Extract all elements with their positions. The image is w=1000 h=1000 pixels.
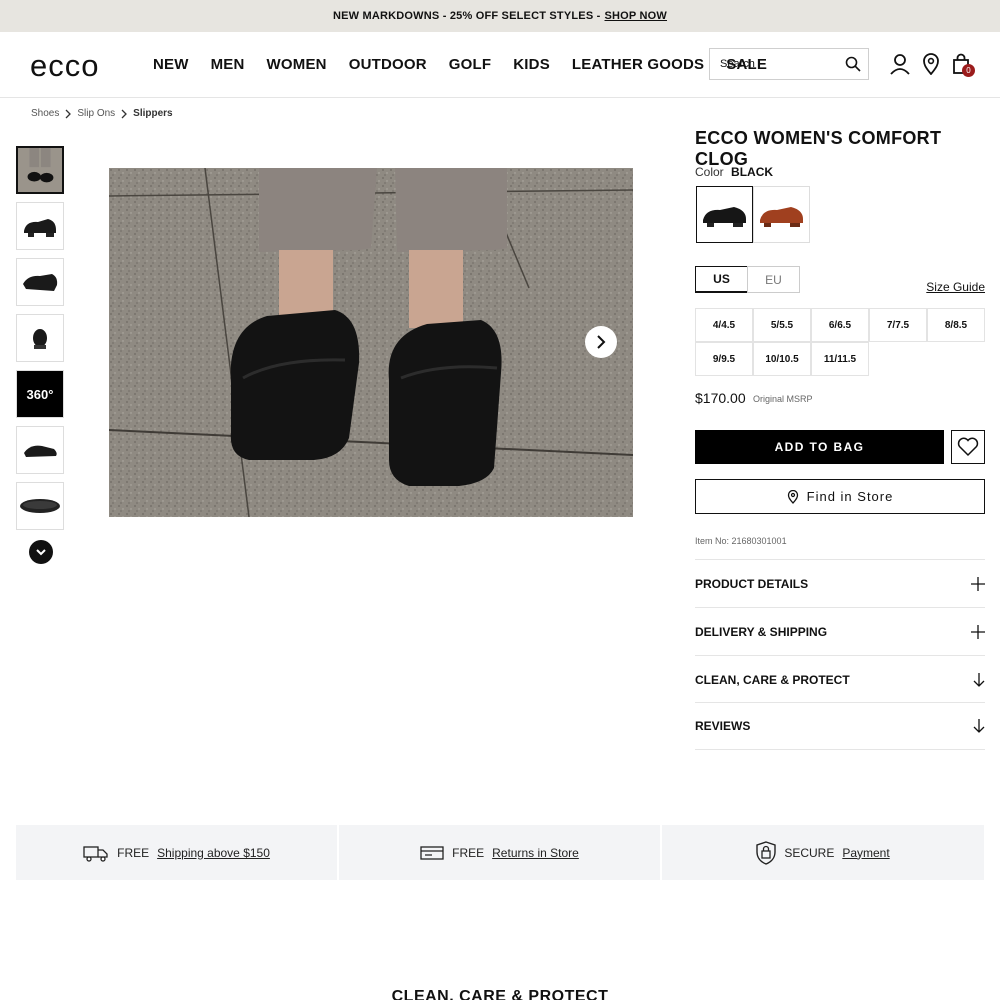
item-number: Item No: 21680301001 bbox=[695, 536, 787, 546]
store-locator-icon[interactable] bbox=[920, 53, 942, 75]
usp-prefix: SECURE bbox=[784, 845, 835, 860]
nav-men[interactable]: MEN bbox=[211, 56, 245, 73]
main-nav: NEW MEN WOMEN OUTDOOR GOLF KIDS LEATHER … bbox=[153, 32, 789, 96]
accordion-clean-care-protect[interactable]: CLEAN, CARE & PROTECT bbox=[695, 655, 985, 703]
lock-shield-icon bbox=[756, 840, 777, 865]
nav-leather-goods[interactable]: LEATHER GOODS bbox=[572, 56, 704, 73]
promo-banner: NEW MARKDOWNS - 25% OFF SELECT STYLES - … bbox=[0, 0, 1000, 32]
accordion-delivery-shipping[interactable]: DELIVERY & SHIPPING bbox=[695, 607, 985, 655]
size-option[interactable]: 8/8.5 bbox=[927, 308, 985, 342]
thumbnail-360-view[interactable]: 360° bbox=[16, 370, 64, 418]
breadcrumb: Shoes Slip Ons Slippers bbox=[31, 108, 173, 119]
find-in-store-button[interactable]: Find in Store bbox=[695, 479, 985, 514]
returns-box-icon bbox=[420, 845, 444, 860]
usp-free-shipping: FREE Shipping above $150 bbox=[16, 825, 337, 880]
nav-golf[interactable]: GOLF bbox=[449, 56, 491, 73]
color-swatch-cognac[interactable] bbox=[753, 186, 810, 243]
size-option[interactable]: 7/7.5 bbox=[869, 308, 927, 342]
plus-icon bbox=[971, 576, 985, 591]
size-guide-link[interactable]: Size Guide bbox=[926, 280, 985, 294]
image-next-button[interactable] bbox=[585, 326, 617, 358]
color-swatch-black[interactable] bbox=[696, 186, 753, 243]
chevron-right-icon bbox=[597, 335, 606, 349]
thumbnail-lifestyle[interactable] bbox=[16, 146, 64, 194]
color-label: Color bbox=[695, 165, 724, 179]
search-box bbox=[709, 48, 869, 80]
wishlist-button[interactable] bbox=[951, 430, 985, 464]
returns-link[interactable]: Returns in Store bbox=[492, 846, 579, 860]
search-input[interactable] bbox=[720, 58, 840, 70]
usp-free-returns: FREE Returns in Store bbox=[339, 825, 660, 880]
product-main-image bbox=[109, 168, 633, 517]
thumbnail-sole[interactable] bbox=[16, 482, 64, 530]
product-price: $170.00 bbox=[695, 390, 746, 406]
usp-prefix: FREE bbox=[452, 845, 485, 860]
plus-icon bbox=[971, 624, 985, 639]
payment-link[interactable]: Payment bbox=[842, 846, 889, 860]
thumbnail-angle[interactable] bbox=[16, 258, 64, 306]
promo-text: NEW MARKDOWNS - 25% OFF SELECT STYLES - bbox=[332, 10, 601, 22]
search-icon[interactable] bbox=[845, 56, 861, 72]
breadcrumb-slip-ons[interactable]: Slip Ons bbox=[77, 108, 115, 119]
chevron-right-icon bbox=[65, 109, 72, 118]
360-label: 360° bbox=[26, 386, 54, 402]
accordion-product-details[interactable]: PRODUCT DETAILS bbox=[695, 559, 985, 607]
size-option[interactable]: 10/10.5 bbox=[753, 342, 811, 376]
breadcrumb-slippers[interactable]: Slippers bbox=[133, 108, 172, 119]
accordion-label: DELIVERY & SHIPPING bbox=[695, 624, 828, 639]
color-value: BLACK bbox=[731, 165, 774, 179]
nav-outdoor[interactable]: OUTDOOR bbox=[349, 56, 427, 73]
accordion-label: PRODUCT DETAILS bbox=[695, 576, 809, 591]
size-option[interactable]: 4/4.5 bbox=[695, 308, 753, 342]
usp-prefix: FREE bbox=[117, 845, 150, 860]
arrow-down-icon bbox=[973, 719, 985, 733]
shop-now-link[interactable]: SHOP NOW bbox=[605, 10, 668, 22]
location-pin-icon bbox=[787, 489, 798, 504]
chevron-right-icon bbox=[121, 109, 128, 118]
accordion-label: REVIEWS bbox=[695, 719, 751, 733]
nav-women[interactable]: WOMEN bbox=[267, 56, 327, 73]
product-details-panel: ECCO WOMEN'S COMFORT CLOG Color BLACK US… bbox=[695, 128, 985, 750]
thumbnail-gallery: 360° bbox=[16, 146, 66, 538]
size-unit-eu[interactable]: EU bbox=[747, 266, 800, 293]
bag-count-badge: 0 bbox=[962, 64, 975, 77]
nav-new[interactable]: NEW bbox=[153, 56, 189, 73]
heart-icon bbox=[957, 437, 979, 457]
product-title: ECCO WOMEN'S COMFORT CLOG bbox=[695, 128, 942, 169]
thumbnails-scroll-down-button[interactable] bbox=[29, 540, 53, 564]
shipping-link[interactable]: Shipping above $150 bbox=[157, 846, 270, 860]
chevron-down-icon bbox=[36, 549, 46, 556]
thumbnail-front[interactable] bbox=[16, 314, 64, 362]
delivery-truck-icon bbox=[83, 845, 108, 862]
thumbnail-side[interactable] bbox=[16, 202, 64, 250]
site-header: ecco NEW MEN WOMEN OUTDOOR GOLF KIDS LEA… bbox=[0, 32, 1000, 98]
section-title: CLEAN, CARE & PROTECT bbox=[391, 988, 609, 1000]
size-option[interactable]: 6/6.5 bbox=[811, 308, 869, 342]
svg-text:ecco: ecco bbox=[30, 51, 99, 81]
arrow-down-icon bbox=[973, 672, 985, 687]
size-option[interactable]: 5/5.5 bbox=[753, 308, 811, 342]
breadcrumb-shoes[interactable]: Shoes bbox=[31, 108, 59, 119]
ecco-logo[interactable]: ecco bbox=[30, 51, 120, 81]
accordion-label: CLEAN, CARE & PROTECT bbox=[695, 672, 850, 687]
find-in-store-label: Find in Store bbox=[806, 489, 894, 504]
account-icon[interactable] bbox=[889, 53, 911, 75]
usp-secure-payment: SECURE Payment bbox=[662, 825, 984, 880]
size-option[interactable]: 9/9.5 bbox=[695, 342, 753, 376]
nav-kids[interactable]: KIDS bbox=[513, 56, 550, 73]
color-row: Color BLACK bbox=[695, 165, 773, 179]
msrp-label: Original MSRP bbox=[753, 394, 813, 404]
size-unit-us[interactable]: US bbox=[695, 266, 748, 293]
accordion-reviews[interactable]: REVIEWS bbox=[695, 702, 985, 750]
thumbnail-back-angle[interactable] bbox=[16, 426, 64, 474]
add-to-bag-button[interactable]: ADD TO BAG bbox=[695, 430, 944, 464]
size-option[interactable]: 11/11.5 bbox=[811, 342, 869, 376]
